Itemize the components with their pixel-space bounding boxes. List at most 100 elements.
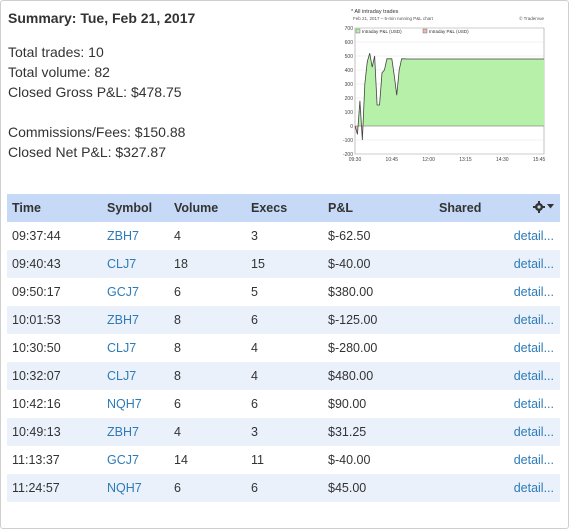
x-tick-label: 15:45 xyxy=(533,157,546,163)
trade-pnl: $-40.00 xyxy=(328,257,371,271)
total-trades: Total trades: 10 xyxy=(8,44,104,60)
trade-pnl: $90.00 xyxy=(328,397,367,411)
y-tick-label: 600 xyxy=(345,40,354,46)
trade-pnl: $31.25 xyxy=(328,425,367,439)
trade-rows: 09:37:44 ZBH7 4 3 $-62.50 detail... 09:40:43 CL… xyxy=(7,222,560,502)
trade-symbol[interactable]: NQH7 xyxy=(102,390,169,418)
legend-negative: Intraday P&L (USD) xyxy=(429,29,469,34)
trade-symbol[interactable]: CLJ7 xyxy=(102,362,169,390)
x-tick-label: 09:30 xyxy=(349,157,362,163)
chart-header: * All intraday trades xyxy=(351,9,399,15)
detail-link[interactable]: detail... xyxy=(500,222,560,250)
trade-pnl: $-40.00 xyxy=(328,453,371,467)
trade-execs: 3 xyxy=(251,229,258,243)
trade-symbol[interactable]: GCJ7 xyxy=(102,446,169,474)
trade-symbol[interactable]: ZBH7 xyxy=(102,418,169,446)
trade-pnl: $-280.00 xyxy=(328,341,378,355)
y-tick-label: 700 xyxy=(345,26,354,32)
trade-volume: 8 xyxy=(174,313,181,327)
detail-link[interactable]: detail... xyxy=(500,278,560,306)
trade-pnl: $380.00 xyxy=(328,285,374,299)
trade-execs: 6 xyxy=(251,397,258,411)
trade-symbol[interactable]: CLJ7 xyxy=(102,334,169,362)
trade-shared xyxy=(434,250,500,278)
col-symbol[interactable]: Symbol xyxy=(102,194,169,222)
trade-pnl: $480.00 xyxy=(328,369,374,383)
trade-time: 11:13:37 xyxy=(12,453,60,467)
trade-shared xyxy=(434,222,500,250)
trade-volume: 8 xyxy=(174,369,181,383)
trade-symbol[interactable]: NQH7 xyxy=(102,474,169,502)
detail-link[interactable]: detail... xyxy=(500,306,560,334)
trade-time: 10:42:16 xyxy=(12,397,61,411)
trade-execs: 6 xyxy=(251,481,258,495)
x-tick-label: 10:45 xyxy=(386,157,399,163)
y-tick-label: 0 xyxy=(350,124,353,130)
detail-link[interactable]: detail... xyxy=(500,250,560,278)
legend-positive: Intraday P&L (USD) xyxy=(362,29,402,34)
col-pnl[interactable]: P&L xyxy=(323,194,434,222)
trade-time: 11:24:57 xyxy=(12,481,60,495)
trade-execs: 11 xyxy=(251,453,264,467)
trade-shared xyxy=(434,390,500,418)
detail-link[interactable]: detail... xyxy=(500,362,560,390)
trade-time: 09:50:17 xyxy=(12,285,61,299)
trade-pnl: $-125.00 xyxy=(328,313,378,327)
summary-block: Summary: Tue, Feb 21, 2017 Total trades:… xyxy=(8,10,338,162)
trade-execs: 3 xyxy=(251,425,258,439)
col-volume[interactable]: Volume xyxy=(169,194,246,222)
table-row: 10:49:13 ZBH7 4 3 $31.25 detail... xyxy=(7,418,560,446)
y-tick-label: 200 xyxy=(345,96,354,102)
trade-execs: 15 xyxy=(251,257,265,271)
legend-swatch-negative xyxy=(422,28,428,34)
table-header-row: Time Symbol Volume Execs P&L Shared xyxy=(7,194,560,222)
detail-link[interactable]: detail... xyxy=(500,474,560,502)
table-row: 11:13:37 GCJ7 14 11 $-40.00 detail... xyxy=(7,446,560,474)
col-shared[interactable]: Shared xyxy=(434,194,500,222)
trade-time: 10:01:53 xyxy=(12,313,61,327)
trade-shared xyxy=(434,334,500,362)
col-time[interactable]: Time xyxy=(7,194,102,222)
detail-link[interactable]: detail... xyxy=(500,390,560,418)
col-execs[interactable]: Execs xyxy=(246,194,323,222)
col-settings xyxy=(500,194,560,222)
detail-link[interactable]: detail... xyxy=(500,446,560,474)
table-row: 10:32:07 CLJ7 8 4 $480.00 detail... xyxy=(7,362,560,390)
trade-time: 09:37:44 xyxy=(12,229,61,243)
table-row: 09:40:43 CLJ7 18 15 $-40.00 detail... xyxy=(7,250,560,278)
detail-link[interactable]: detail... xyxy=(500,418,560,446)
trade-symbol[interactable]: GCJ7 xyxy=(102,278,169,306)
trade-time: 10:30:50 xyxy=(12,341,61,355)
trade-shared xyxy=(434,278,500,306)
trade-pnl: $45.00 xyxy=(328,481,367,495)
pnl-chart-svg: * All intraday tradesFeb 21, 2017 – 5-mi… xyxy=(343,9,546,163)
summary-panel: Summary: Tue, Feb 21, 2017 Total trades:… xyxy=(0,0,569,529)
y-tick-label: 500 xyxy=(345,54,354,60)
trade-symbol[interactable]: ZBH7 xyxy=(102,306,169,334)
trades-table: Time Symbol Volume Execs P&L Shared 09:3… xyxy=(7,194,560,502)
caret-down-icon xyxy=(547,204,554,209)
trade-time: 09:40:43 xyxy=(12,257,61,271)
trade-volume: 18 xyxy=(174,257,188,271)
trade-volume: 14 xyxy=(174,453,188,467)
detail-link[interactable]: detail... xyxy=(500,334,560,362)
table-row: 10:30:50 CLJ7 8 4 $-280.00 detail... xyxy=(7,334,560,362)
trade-shared xyxy=(434,418,500,446)
gear-icon[interactable] xyxy=(533,200,554,213)
y-tick-label: 300 xyxy=(345,82,354,88)
trade-volume: 6 xyxy=(174,397,181,411)
trade-shared xyxy=(434,306,500,334)
trade-execs: 5 xyxy=(251,285,258,299)
table-row: 09:50:17 GCJ7 6 5 $380.00 detail... xyxy=(7,278,560,306)
trade-symbol[interactable]: ZBH7 xyxy=(102,222,169,250)
trade-shared xyxy=(434,362,500,390)
commissions-fees: Commissions/Fees: $150.88 xyxy=(8,124,186,140)
y-tick-label: 400 xyxy=(345,68,354,74)
y-tick-label: -100 xyxy=(343,138,353,144)
chart-credit: © Tradervue xyxy=(519,15,544,21)
x-tick-label: 12:00 xyxy=(422,157,435,163)
pnl-chart: * All intraday trades Feb 21, 2017 – 5-mi… xyxy=(341,7,547,167)
trade-symbol[interactable]: CLJ7 xyxy=(102,250,169,278)
trade-volume: 6 xyxy=(174,481,181,495)
table-row: 10:42:16 NQH7 6 6 $90.00 detail... xyxy=(7,390,560,418)
